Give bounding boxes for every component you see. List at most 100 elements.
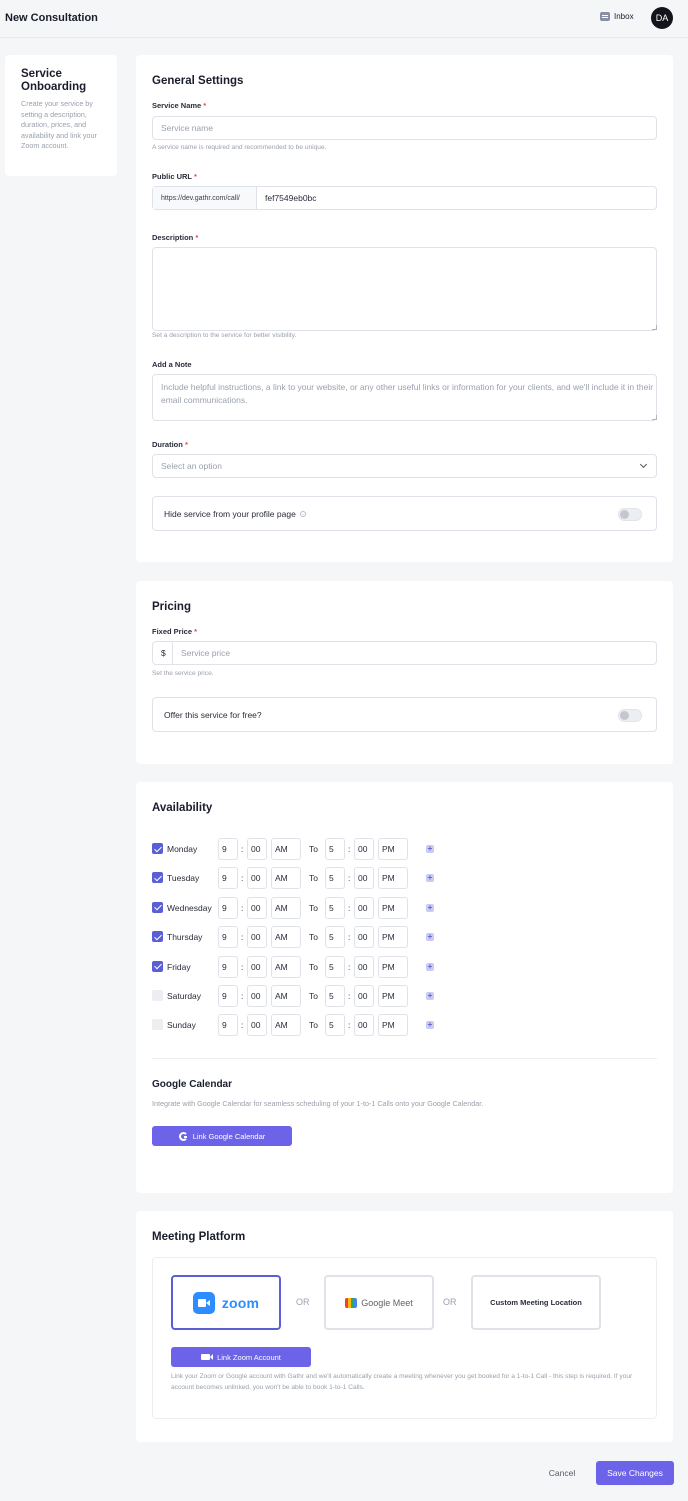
end-ampm-select[interactable]: PM [378,867,408,890]
hide-service-row: Hide service from your profile page? [152,496,657,531]
start-minute-input[interactable]: 00 [247,1014,267,1037]
time-colon: : [241,873,244,884]
end-ampm-select[interactable]: PM [378,926,408,949]
info-icon[interactable]: ? [299,511,306,517]
start-hour-input[interactable]: 9 [218,838,238,860]
save-changes-button[interactable]: Save Changes [596,1461,674,1485]
price-input[interactable]: Service price [173,648,230,658]
free-service-toggle[interactable] [618,709,642,722]
google-meet-option[interactable]: Google Meet [324,1275,434,1330]
end-ampm-select[interactable]: PM [378,985,408,1007]
day-checkbox[interactable] [152,960,163,972]
end-minute-input[interactable]: 00 [354,838,374,860]
end-ampm-select[interactable]: PM [378,955,408,978]
service-name-hint: A service name is required and recommend… [152,144,327,151]
start-ampm-select[interactable]: AM [271,838,301,860]
time-colon: : [348,991,351,1001]
price-field[interactable]: $ Service price [152,641,657,665]
meeting-platform-card: Meeting Platform zoom OR Google Meet OR … [136,1211,673,1442]
avatar[interactable]: DA [651,7,673,29]
day-checkbox[interactable] [152,843,163,854]
start-ampm-select[interactable]: AM [271,926,301,949]
day-label: Friday [167,961,191,972]
day-checkbox[interactable] [152,1019,163,1031]
pricing-title: Pricing [152,601,191,613]
add-time-slot-icon[interactable]: + [426,962,434,971]
add-time-slot-icon[interactable]: + [426,1021,434,1030]
add-time-slot-icon[interactable]: + [426,992,434,1000]
to-label: To [309,961,318,972]
day-checkbox[interactable] [152,872,163,884]
day-label: Wednesday [167,902,212,913]
start-ampm-select[interactable]: AM [271,896,301,919]
price-hint: Set the service price. [152,670,214,677]
end-ampm-select[interactable]: PM [378,896,408,919]
start-minute-input[interactable]: 00 [247,867,267,890]
add-time-slot-icon[interactable]: + [426,874,434,883]
to-label: To [309,1020,318,1031]
day-checkbox[interactable] [152,990,163,1001]
duration-select[interactable]: Select an option [152,454,657,478]
start-minute-input[interactable]: 00 [247,838,267,860]
end-minute-input[interactable]: 00 [354,926,374,949]
to-label: To [309,873,318,884]
link-zoom-button[interactable]: Link Zoom Account [171,1347,311,1367]
start-minute-input[interactable]: 00 [247,896,267,919]
note-textarea[interactable]: Include helpful instructions, a link to … [152,374,657,421]
inbox-link[interactable]: Inbox [600,12,634,21]
add-time-slot-icon[interactable]: + [426,845,434,853]
end-hour-input[interactable]: 5 [325,955,345,978]
start-ampm-select[interactable]: AM [271,1014,301,1037]
service-name-input[interactable]: Service name [152,116,657,140]
sidebar-title: Service Onboarding [21,68,87,93]
end-minute-input[interactable]: 00 [354,867,374,890]
start-hour-input[interactable]: 9 [218,926,238,949]
note-resize-handle[interactable] [652,415,657,420]
start-minute-input[interactable]: 00 [247,985,267,1007]
day-checkbox[interactable] [152,901,163,913]
time-colon: : [348,1020,351,1031]
time-colon: : [241,991,244,1001]
start-minute-input[interactable]: 00 [247,955,267,978]
sidebar-description: Create your service by setting a descrip… [21,99,97,151]
end-hour-input[interactable]: 5 [325,926,345,949]
end-hour-input[interactable]: 5 [325,867,345,890]
time-colon: : [348,961,351,972]
divider [152,1058,657,1059]
description-resize-handle[interactable] [652,325,657,330]
custom-location-option[interactable]: Custom Meeting Location [471,1275,601,1330]
end-minute-input[interactable]: 00 [354,896,374,919]
start-minute-input[interactable]: 00 [247,926,267,949]
start-hour-input[interactable]: 9 [218,1014,238,1037]
end-ampm-select[interactable]: PM [378,838,408,860]
end-hour-input[interactable]: 5 [325,838,345,860]
public-url-input[interactable]: fef7549eb0bc [257,193,317,203]
start-hour-input[interactable]: 9 [218,867,238,890]
end-minute-input[interactable]: 00 [354,985,374,1007]
hide-service-toggle[interactable] [618,508,642,521]
start-hour-input[interactable]: 9 [218,896,238,919]
meeting-platform-title: Meeting Platform [152,1231,246,1243]
start-ampm-select[interactable]: AM [271,955,301,978]
add-time-slot-icon[interactable]: + [426,933,434,942]
start-hour-input[interactable]: 9 [218,955,238,978]
zoom-option[interactable]: zoom [171,1275,281,1330]
add-time-slot-icon[interactable]: + [426,903,434,912]
end-minute-input[interactable]: 00 [354,955,374,978]
link-google-calendar-button[interactable]: Link Google Calendar [152,1126,292,1146]
custom-location-label: Custom Meeting Location [490,1298,582,1307]
day-label: Monday [167,844,198,854]
description-textarea[interactable] [152,247,657,331]
public-url-field[interactable]: https://dev.gathr.com/call/ fef7549eb0bc [152,186,657,210]
start-hour-input[interactable]: 9 [218,985,238,1007]
end-hour-input[interactable]: 5 [325,985,345,1007]
cancel-button[interactable]: Cancel [538,1462,586,1484]
end-hour-input[interactable]: 5 [325,1014,345,1037]
end-hour-input[interactable]: 5 [325,896,345,919]
day-checkbox[interactable] [152,931,163,943]
end-ampm-select[interactable]: PM [378,1014,408,1037]
end-minute-input[interactable]: 00 [354,1014,374,1037]
start-ampm-select[interactable]: AM [271,867,301,890]
start-ampm-select[interactable]: AM [271,985,301,1007]
note-label: Add a Note [152,360,192,369]
